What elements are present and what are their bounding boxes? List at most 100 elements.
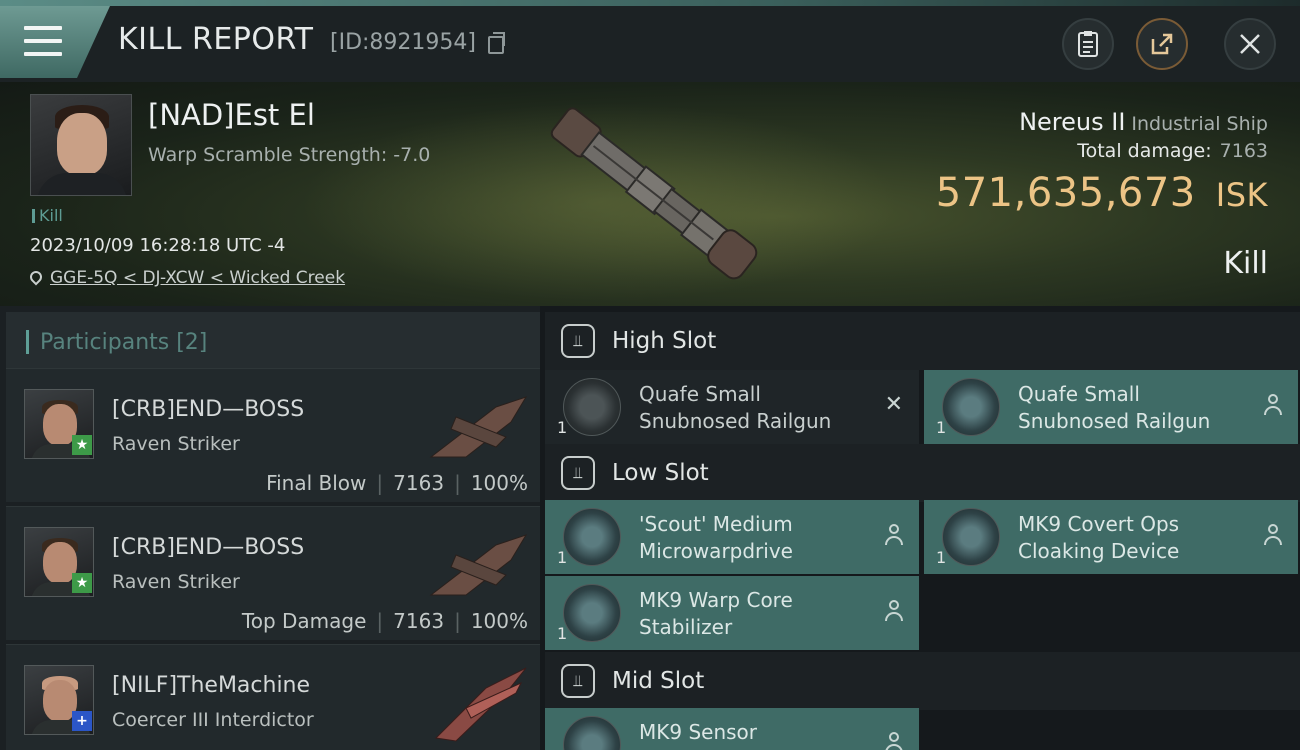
kill-datetime: 2023/10/09 16:28:18 UTC -4 <box>30 235 286 256</box>
location-pin-icon <box>27 268 45 286</box>
participant-name: [NILF]TheMachine <box>112 673 311 698</box>
close-button[interactable] <box>1224 18 1276 70</box>
participant-row[interactable]: + [NILF]TheMachine Coercer III Interdict… <box>6 644 540 750</box>
participant-stats: Top Damage | 7163 | 100% <box>241 609 528 633</box>
fitting-item[interactable]: MK9 Sensor <box>545 708 919 750</box>
participant-ship: Raven Striker <box>112 571 240 593</box>
high-slot-icon: ⫫ <box>561 324 595 358</box>
participants-heading: Participants [2] <box>40 330 208 355</box>
plus-badge-icon: + <box>72 711 92 731</box>
participant-name: [CRB]END—BOSS <box>112 397 305 422</box>
item-quantity: 1 <box>557 548 568 567</box>
item-quantity: 1 <box>557 624 568 643</box>
participant-ship: Coercer III Interdictor <box>112 709 314 731</box>
participant-name: [CRB]END—BOSS <box>112 535 305 560</box>
participant-ship-image <box>429 396 528 458</box>
item-name-line1: 'Scout' Medium <box>639 512 793 536</box>
hamburger-icon[interactable] <box>24 26 62 58</box>
close-icon <box>1240 34 1260 54</box>
participant-ship-image <box>434 667 527 742</box>
fitting-item[interactable]: 1 MK9 Warp Core Stabilizer <box>545 576 919 650</box>
item-name-line2: Cloaking Device <box>1018 539 1180 563</box>
low-slot-title: Low Slot <box>612 460 709 486</box>
warp-core-stabilizer-icon <box>563 584 621 642</box>
clipboard-button[interactable] <box>1062 18 1114 70</box>
participant-role: Top Damage <box>241 609 367 633</box>
participant-ship: Raven Striker <box>112 433 240 455</box>
item-name-line1: MK9 Warp Core <box>639 588 793 612</box>
item-name: MK9 Covert Ops Cloaking Device <box>1018 511 1179 565</box>
person-icon <box>885 524 903 546</box>
report-id: [ID:8921954] <box>330 30 476 55</box>
participant-percent: 100% <box>470 609 528 633</box>
total-damage-value: 7163 <box>1219 140 1268 162</box>
low-slot-icon: ⫫ <box>561 456 595 490</box>
victim-ship-image <box>550 107 758 280</box>
item-quantity: 1 <box>936 418 947 437</box>
item-name-line1: Quafe Small <box>639 382 761 406</box>
isk-value: 571,635,673 ISK <box>936 170 1268 216</box>
item-quantity: 1 <box>936 548 947 567</box>
item-name: Quafe Small Snubnosed Railgun <box>639 381 831 435</box>
participants-header: Participants [2] <box>6 312 540 370</box>
item-name: MK9 Sensor <box>639 719 757 746</box>
item-name-line1: MK9 Sensor <box>639 720 758 744</box>
warp-scramble-strength: Warp Scramble Strength: -7.0 <box>148 144 431 166</box>
mid-slot-header: ⫫ Mid Slot <box>545 652 1300 710</box>
mid-slot-title: Mid Slot <box>612 668 705 694</box>
star-badge-icon: ★ <box>72 435 92 455</box>
low-slot-header: ⫫ Low Slot <box>545 444 1300 502</box>
participant-damage: 7163 <box>393 471 445 495</box>
item-name-line2: Stabilizer <box>639 615 733 639</box>
participant-stats: Final Blow | 7163 | 100% <box>266 471 528 495</box>
participant-percent: 100% <box>470 471 528 495</box>
item-name: 'Scout' Medium Microwarpdrive <box>639 511 793 565</box>
item-name-line2: Snubnosed Railgun <box>639 409 832 433</box>
share-button[interactable] <box>1136 18 1188 70</box>
kill-location[interactable]: GGE-5Q < DJ-XCW < Wicked Creek <box>27 268 345 288</box>
item-name: MK9 Warp Core Stabilizer <box>639 587 793 641</box>
person-icon <box>1264 524 1282 546</box>
microwarpdrive-icon <box>563 508 621 566</box>
item-quantity: 1 <box>557 418 568 437</box>
participant-row[interactable]: ★ [CRB]END—BOSS Raven Striker Final Blow… <box>6 368 540 502</box>
high-slot-header: ⫫ High Slot <box>545 312 1300 370</box>
item-name: Quafe Small Snubnosed Railgun <box>1018 381 1210 435</box>
kill-tag: Kill <box>32 206 63 225</box>
person-icon <box>885 600 903 622</box>
high-slot-title: High Slot <box>612 328 717 354</box>
participants-panel: Participants [2] ★ [CRB]END—BOSS Raven S… <box>0 306 540 750</box>
result-label: Kill <box>1223 246 1268 281</box>
person-icon <box>1264 394 1282 416</box>
share-icon <box>1151 33 1173 55</box>
victim-ship[interactable]: Nereus II Industrial Ship <box>1019 108 1268 136</box>
fitting-item[interactable]: 1 Quafe Small Snubnosed Railgun ✕ <box>545 370 919 444</box>
cloaking-device-icon <box>942 508 1000 566</box>
sensor-icon <box>563 716 621 750</box>
victim-portrait[interactable] <box>30 94 132 196</box>
total-damage: Total damage: 7163 <box>1077 140 1268 162</box>
location-link[interactable]: GGE-5Q < DJ-XCW < Wicked Creek <box>50 268 345 288</box>
victim-name[interactable]: [NAD]Est El <box>148 98 315 132</box>
item-name-line2: Microwarpdrive <box>639 539 793 563</box>
isk-unit: ISK <box>1215 176 1268 214</box>
ship-name: Nereus II <box>1019 108 1126 136</box>
star-badge-icon: ★ <box>72 573 92 593</box>
fitting-item[interactable]: 1 Quafe Small Snubnosed Railgun <box>924 370 1298 444</box>
fitting-item[interactable]: 1 MK9 Covert Ops Cloaking Device <box>924 500 1298 574</box>
mid-slot-icon: ⫫ <box>561 664 595 698</box>
page-title: KILL REPORT <box>118 22 314 57</box>
railgun-icon <box>942 378 1000 436</box>
fitting-item[interactable]: 1 'Scout' Medium Microwarpdrive <box>545 500 919 574</box>
person-icon <box>885 732 903 750</box>
total-damage-label: Total damage: <box>1077 140 1212 162</box>
participant-row[interactable]: ★ [CRB]END—BOSS Raven Striker Top Damage… <box>6 506 540 640</box>
copy-icon[interactable] <box>488 32 505 54</box>
item-name-line1: MK9 Covert Ops <box>1018 512 1180 536</box>
participant-role: Final Blow <box>266 471 367 495</box>
participant-ship-image <box>429 534 528 596</box>
isk-amount: 571,635,673 <box>935 170 1196 216</box>
participant-damage: 7163 <box>393 609 445 633</box>
item-name-line2: Snubnosed Railgun <box>1018 409 1211 433</box>
clipboard-icon <box>1078 31 1098 57</box>
